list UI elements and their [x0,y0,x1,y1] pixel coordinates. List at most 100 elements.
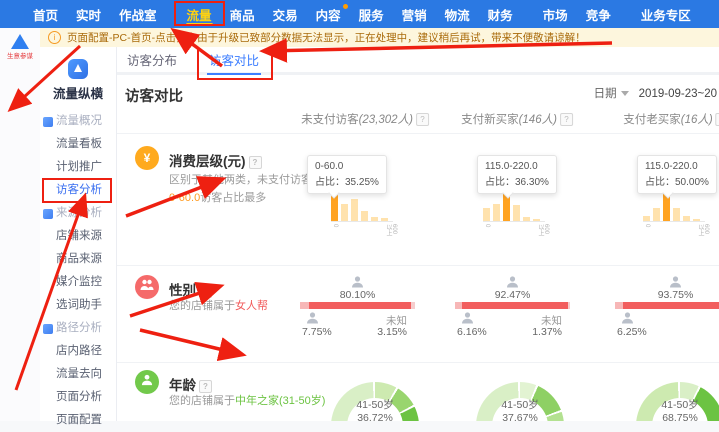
female-percent: 80.10% [300,289,415,301]
sidebar-item-visitor-analysis[interactable]: 访客分析 [40,179,116,202]
divider [117,362,719,363]
sidebar-item-shop-source[interactable]: 店铺来源 [40,225,116,248]
help-icon[interactable]: ? [249,156,262,169]
sidebar-item-source-analysis[interactable]: 来源分析 [40,202,116,225]
date-picker[interactable]: 日期2019-09-23~20 [594,85,717,101]
nav-item-competition[interactable]: 竞争 [577,0,620,28]
sidebar-item-traffic-board[interactable]: 流量看板 [40,133,116,156]
nav-label: 首页 [33,5,58,24]
tooltip-percent: 占比：35.25% [315,175,379,191]
axis-tick: 600以上 [385,224,397,237]
nav-label: 内容 [316,5,341,24]
consume-level-icon: ¥ [135,146,159,170]
age-icon [135,370,159,394]
main-content: 访客分布 访客对比 访客对比 日期2019-09-23~20 未支付访客(23,… [117,47,719,421]
tab-active-underline [207,73,261,75]
sidebar-label: 来源分析 [56,207,102,219]
nav-item-home[interactable]: 首页 [24,0,67,28]
gender-chart-unpaid: 80.10% 7.75% 未知 3.15% [300,270,415,358]
column-count: (23,302人) [359,114,413,126]
sidebar-item-page-analysis[interactable]: 页面分析 [40,386,116,409]
nav-item-business-zone[interactable]: 业务专区 [632,0,700,28]
yuan-icon: ¥ [144,151,151,165]
nav-item-data-extract[interactable]: 取数 [712,0,719,28]
metric-title-text: 年龄 [169,378,196,393]
tab-label: 访客对比 [209,54,259,68]
nav-item-service[interactable]: 服务 [350,0,393,28]
help-icon[interactable]: ? [560,113,573,126]
nav-label: 作战室 [119,5,157,24]
desc-highlight: 女人帮 [235,300,268,312]
tooltip-range: 0-60.0 [315,159,379,175]
chart-tooltip: 115.0-220.0 占比：50.00% [637,155,717,194]
sidebar-item-word-helper[interactable]: 选词助手 [40,294,116,317]
tooltip-percent: 占比：50.00% [645,175,709,191]
sidebar-label: 流量看板 [56,138,102,150]
new-badge-dot [343,4,348,9]
bar-chart [643,193,705,222]
nav-item-realtime[interactable]: 实时 [67,0,110,28]
bar-chart [483,193,545,222]
column-count: (16人) [681,114,713,126]
nav-item-market[interactable]: 市场 [534,0,577,28]
male-percent: 6.16% [457,326,487,338]
chart-tooltip: 0-60.0 占比：35.25% [307,155,387,194]
age-donut-new-buyers: 41-50岁 37.67% [476,382,564,421]
tab-visitor-distribution[interactable]: 访客分布 [125,47,179,74]
sidebar-item-product-source[interactable]: 商品来源 [40,248,116,271]
sidebar-item-traffic-destination[interactable]: 流量去向 [40,363,116,386]
nav-label: 财务 [488,5,513,24]
donut-age-label: 41-50岁 [331,397,419,412]
donut-age-percent: 36.72% [331,412,419,421]
consume-chart-new-buyers: 115.0-220.0 占比：36.30% 0 600以上 [459,151,584,237]
sidebar-item-instore-path[interactable]: 店内路径 [40,340,116,363]
section-title: 访客对比 [125,85,183,106]
nav-label: 实时 [76,5,101,24]
group-icon [43,209,53,219]
app-logo-text: 生意参谋 [0,50,40,60]
desc-text: 您的店铺属于 [169,395,235,407]
sidebar-item-path-analysis[interactable]: 路径分析 [40,317,116,340]
sidebar-item-traffic-overview[interactable]: 流量概况 [40,110,116,133]
column-count: (146人) [519,114,557,126]
tooltip-percent: 占比：36.30% [485,175,549,191]
tab-label: 访客分布 [127,54,177,68]
nav-label: 市场 [543,5,568,24]
nav-item-trade[interactable]: 交易 [264,0,307,28]
column-header-old-buyers: 支付老买家(16人)? [623,111,719,127]
nav-item-traffic[interactable]: 流量 [178,0,221,28]
donut-age-percent: 37.67% [476,412,564,421]
chart-tooltip: 115.0-220.0 占比：36.30% [477,155,557,194]
nav-item-logistics[interactable]: 物流 [436,0,479,28]
male-percent: 7.75% [302,326,332,338]
consume-level-desc: 区别于其他两类，未支付访客中0-60.0访客占比最多 [169,171,327,207]
tab-bar: 访客分布 访客对比 [117,47,719,75]
bar-chart [331,193,393,222]
app-logo-icon[interactable] [11,34,29,49]
nav-item-finance[interactable]: 财务 [479,0,522,28]
unknown-percent: 3.15% [377,326,407,338]
nav-label: 物流 [445,5,470,24]
sidebar-label: 商品来源 [56,253,102,265]
column-header-unpaid: 未支付访客(23,302人)? [301,111,429,127]
sidebar-item-plan-promotion[interactable]: 计划推广 [40,156,116,179]
column-header-new-buyers: 支付新买家(146人)? [461,111,573,127]
sidebar-item-media-monitor[interactable]: 媒介监控 [40,271,116,294]
help-icon[interactable]: ? [416,113,429,126]
sidebar-label: 页面分析 [56,391,102,403]
nav-item-product[interactable]: 商品 [221,0,264,28]
desc-highlight: 中年之家(31-50岁) [235,395,325,407]
nav-item-content[interactable]: 内容 [307,0,350,28]
age-title: 年龄? [169,374,212,394]
nav-item-marketing[interactable]: 营销 [393,0,436,28]
group-icon [43,117,53,127]
nav-item-war-room[interactable]: 作战室 [110,0,166,28]
unknown-percent: 1.37% [532,326,562,338]
female-percent: 92.47% [455,289,570,301]
top-nav: 首页 实时 作战室 流量 商品 交易 内容 服务 营销 物流 财务 市场 竞争 … [0,0,719,28]
left-gutter: 生意参谋 [0,28,40,421]
gender-icon [135,275,159,299]
gender-title: 性别? [169,279,212,299]
tab-visitor-compare[interactable]: 访客对比 [207,47,261,74]
gender-chart-old-buyers: 93.75% 6.25% [615,270,719,358]
